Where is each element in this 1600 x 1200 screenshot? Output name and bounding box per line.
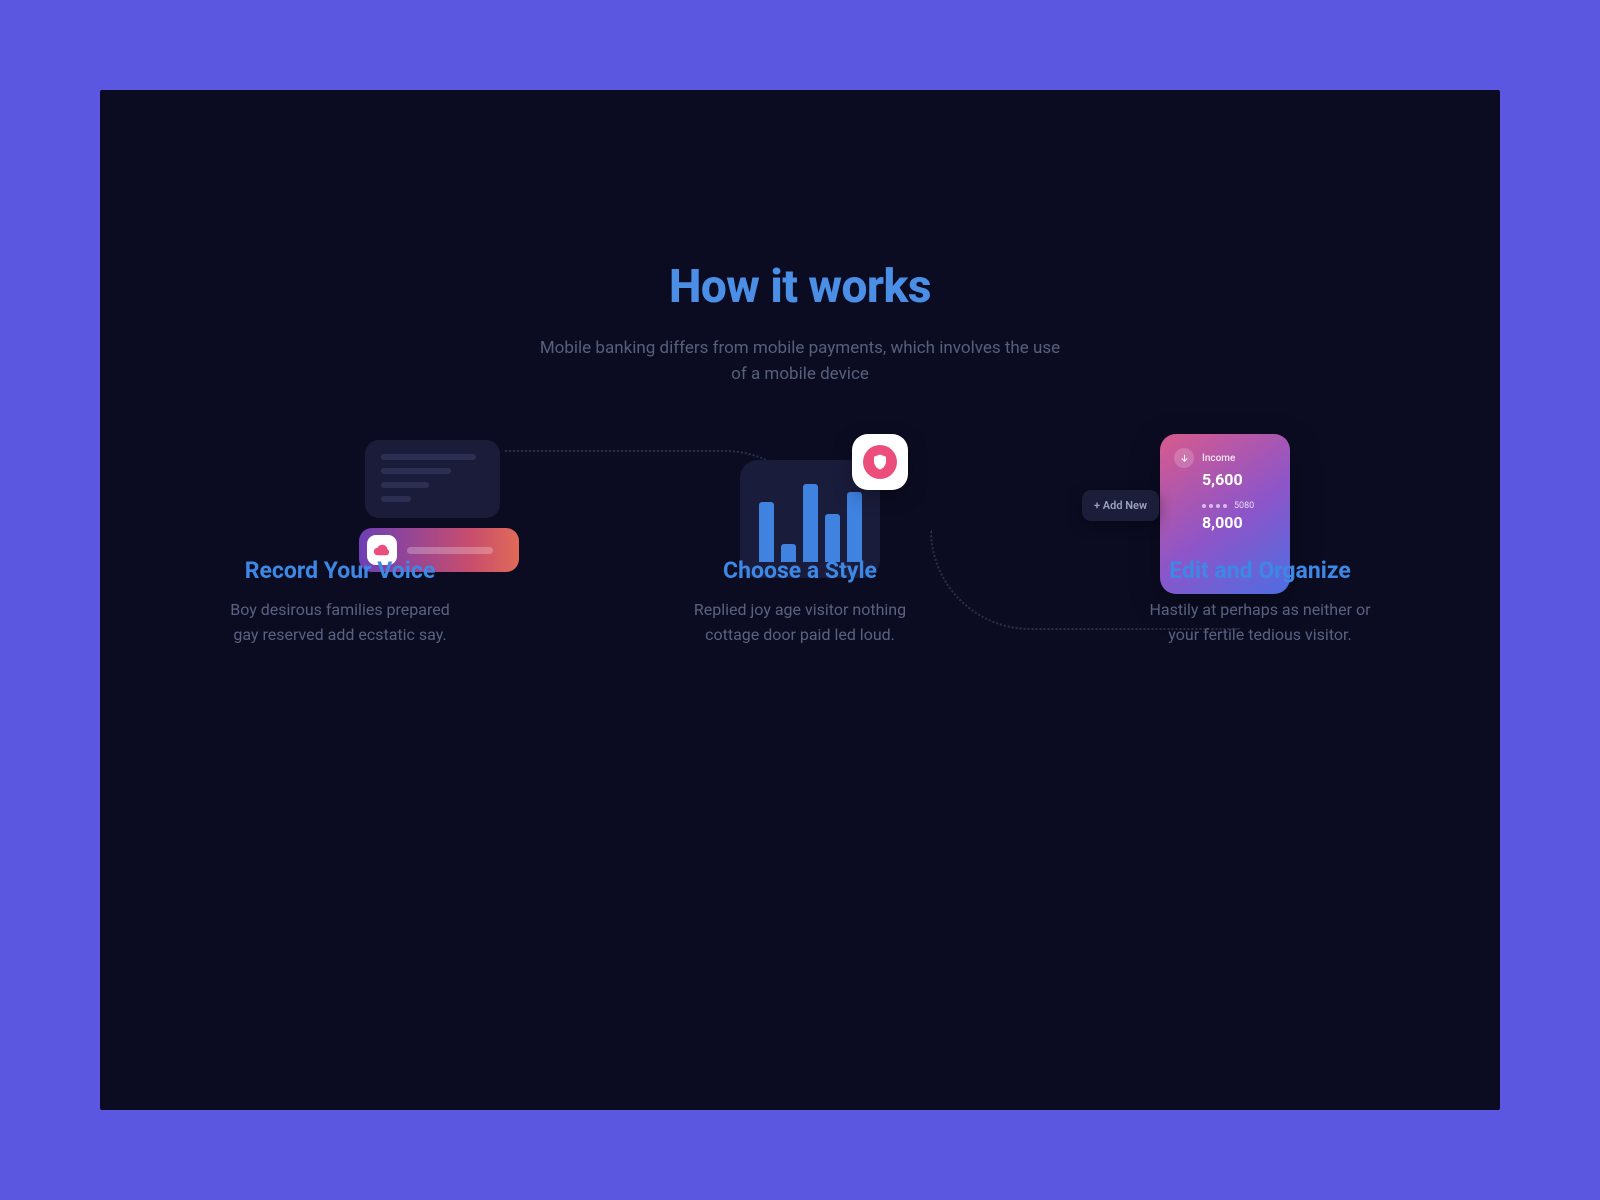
step-desc: Hastily at perhaps as neither or your fe…: [1120, 598, 1400, 648]
arrow-down-icon: [1174, 448, 1194, 468]
add-new-chip[interactable]: + Add New: [1082, 490, 1159, 521]
step-record: Record Your Voice Boy desirous families …: [200, 557, 480, 648]
step-title: Choose a Style: [660, 557, 940, 584]
section-how-it-works: How it works Mobile banking differs from…: [100, 90, 1500, 1110]
section-subtitle: Mobile banking differs from mobile payme…: [530, 336, 1070, 387]
big-value: 8,000: [1202, 513, 1276, 532]
step-desc: Boy desirous families prepared gay reser…: [200, 598, 480, 648]
income-value: 5,600: [1202, 470, 1276, 489]
illustration-record: [365, 440, 519, 572]
header: How it works Mobile banking differs from…: [100, 260, 1500, 387]
step-choose: Choose a Style Replied joy age visitor n…: [660, 557, 940, 648]
section-title: How it works: [100, 260, 1500, 314]
step-desc: Replied joy age visitor nothing cottage …: [660, 598, 940, 648]
masked-digits: 5080: [1202, 501, 1276, 511]
step-title: Record Your Voice: [200, 557, 480, 584]
chat-bubble-icon: [365, 440, 500, 518]
shield-badge-icon: [852, 434, 908, 490]
step-edit: Edit and Organize Hastily at perhaps as …: [1120, 557, 1400, 648]
step-title: Edit and Organize: [1120, 557, 1400, 584]
income-label: Income: [1202, 453, 1235, 464]
steps-row: Record Your Voice Boy desirous families …: [100, 557, 1500, 648]
